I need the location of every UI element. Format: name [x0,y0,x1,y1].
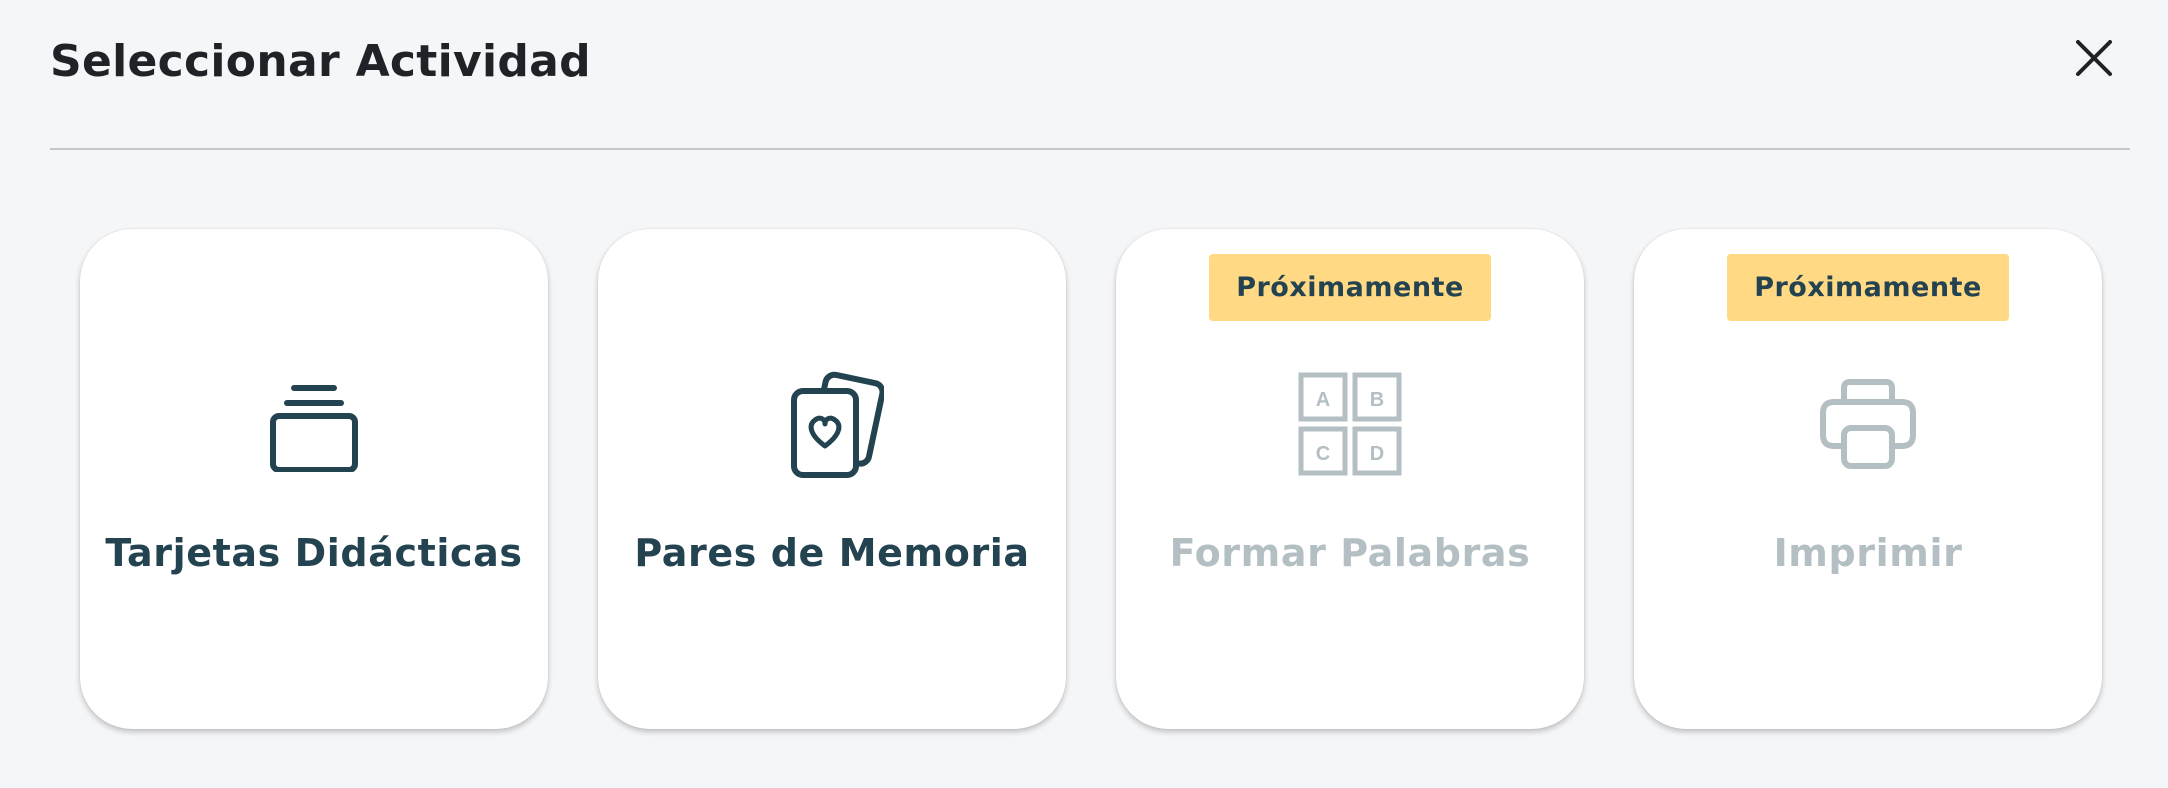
coming-soon-badge: Próximamente [1209,254,1491,321]
header-divider [50,148,2130,150]
activity-card-memory-pairs[interactable]: Pares de Memoria [598,229,1066,729]
activity-card-flashcards[interactable]: Tarjetas Didácticas [80,229,548,729]
close-icon [2076,40,2112,76]
coming-soon-badge: Próximamente [1727,254,2009,321]
activity-cards: Tarjetas Didácticas Pares de Memoria Pró… [80,229,2102,729]
activity-label: Formar Palabras [1169,531,1531,575]
activity-card-word-builder: Próximamente A B C D Formar Palabras [1116,229,1584,729]
tile-letter: B [1370,389,1384,411]
activity-label: Pares de Memoria [634,531,1030,575]
select-activity-dialog: Seleccionar Actividad Tarjetas Didáctica… [0,0,2168,788]
memory-cards-heart-icon [777,369,887,479]
stacked-cards-icon [259,369,369,479]
tile-letter: C [1316,443,1330,465]
close-button[interactable] [2066,30,2122,86]
tile-letter: D [1370,443,1384,465]
letter-tiles-icon: A B C D [1295,369,1405,479]
activity-label: Imprimir [1773,531,1963,575]
dialog-header: Seleccionar Actividad [50,30,2130,120]
printer-icon [1813,369,1923,479]
tile-letter: A [1316,389,1330,411]
activity-card-print: Próximamente Imprimir [1634,229,2102,729]
activity-label: Tarjetas Didácticas [105,531,523,575]
dialog-title: Seleccionar Actividad [50,36,591,87]
